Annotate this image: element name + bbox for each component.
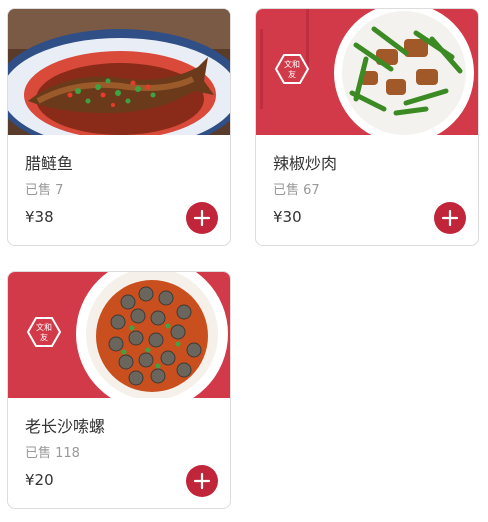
dish-price: ¥38 bbox=[25, 208, 54, 226]
add-to-cart-button[interactable] bbox=[186, 202, 218, 234]
dish-name: 腊鲢鱼 bbox=[25, 154, 74, 173]
dish-photo-chili-pork: 文和 友 bbox=[256, 9, 478, 135]
svg-text:友: 友 bbox=[40, 332, 48, 342]
menu-item-card[interactable]: 腊鲢鱼 已售 7 ¥38 bbox=[7, 8, 231, 246]
dish-photo-fish bbox=[8, 9, 230, 135]
menu-item-card[interactable]: 文和 友 老长沙嗦螺 已售 118 ¥20 bbox=[7, 271, 231, 509]
plus-icon bbox=[193, 472, 211, 490]
plus-icon bbox=[441, 209, 459, 227]
sold-count: 已售 118 bbox=[25, 446, 80, 461]
svg-text:文和: 文和 bbox=[284, 59, 300, 69]
dish-price: ¥30 bbox=[273, 208, 302, 226]
sold-count: 已售 7 bbox=[25, 183, 64, 198]
add-to-cart-button[interactable] bbox=[434, 202, 466, 234]
dish-name: 老长沙嗦螺 bbox=[25, 417, 106, 436]
svg-text:文和: 文和 bbox=[36, 322, 52, 332]
add-to-cart-button[interactable] bbox=[186, 465, 218, 497]
dish-price: ¥20 bbox=[25, 471, 54, 489]
dish-name: 辣椒炒肉 bbox=[273, 154, 338, 173]
plus-icon bbox=[193, 209, 211, 227]
menu-item-card[interactable]: 文和 友 辣椒炒肉 已售 67 ¥30 bbox=[255, 8, 479, 246]
sold-count: 已售 67 bbox=[273, 183, 320, 198]
svg-text:友: 友 bbox=[288, 69, 296, 79]
dish-photo-snails: 文和 友 bbox=[8, 272, 230, 398]
